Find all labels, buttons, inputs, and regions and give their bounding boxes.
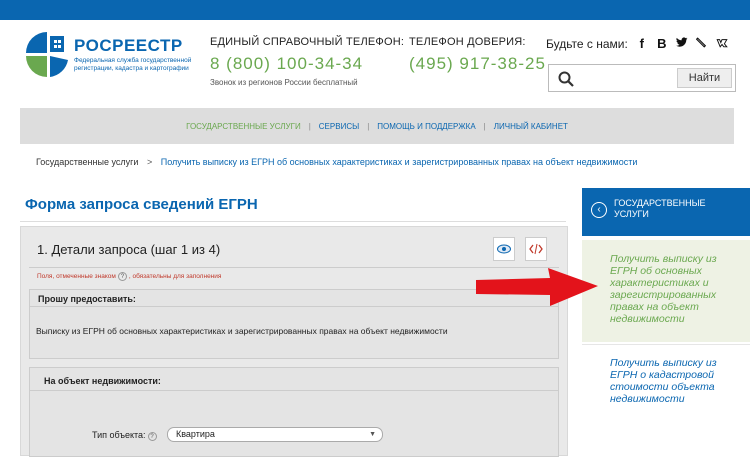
helpline-block: ЕДИНЫЙ СПРАВОЧНЫЙ ТЕЛЕФОН: 8 (800) 100-3… — [210, 36, 404, 87]
logo-emblem-icon — [26, 32, 68, 77]
required-fields-note: Поля, отмеченные знаком?, обязательны дл… — [37, 272, 221, 281]
request-form-panel: 1. Детали запроса (шаг 1 из 4) Поля, отм… — [20, 226, 568, 457]
logo-subtitle: Федеральная служба государственной регис… — [74, 57, 192, 72]
breadcrumb-current[interactable]: Получить выписку из ЕГРН об основных хар… — [161, 157, 638, 167]
chevron-down-icon: ▼ — [369, 431, 376, 438]
livejournal-icon[interactable] — [696, 36, 708, 51]
trust-line-number[interactable]: (495) 917-38-25 — [409, 54, 546, 74]
required-note-suffix: , обязательны для заполнения — [128, 273, 222, 280]
help-icon: ? — [117, 272, 127, 281]
view-icon[interactable] — [493, 237, 515, 261]
page-title: Форма запроса сведений ЕГРН — [25, 196, 258, 213]
main-nav: ГОСУДАРСТВЕННЫЕ УСЛУГИ | СЕРВИСЫ | ПОМОЩ… — [20, 108, 734, 144]
step-title: 1. Детали запроса (шаг 1 из 4) — [37, 242, 221, 257]
twitter-icon[interactable] — [675, 36, 688, 51]
sidebar-item-egrn-extract-rights[interactable]: Получить выписку из ЕГРН об основных хар… — [582, 240, 750, 342]
object-type-label: Тип объекта:? — [92, 430, 157, 441]
sidebar-header-label: ГОСУДАРСТВЕННЫЕ УСЛУГИ — [614, 198, 706, 219]
sidebar-header[interactable]: ‹ ГОСУДАРСТВЕННЫЕ УСЛУГИ — [582, 188, 750, 236]
top-blue-bar — [0, 0, 750, 20]
sidebar-item-egrn-extract-cadastral-value[interactable]: Получить выписку из ЕГРН о кадастровой с… — [582, 344, 750, 454]
search-button[interactable]: Найти — [677, 68, 732, 88]
blog-icon[interactable]: B — [656, 36, 668, 51]
nav-item-help[interactable]: ПОМОЩЬ И ПОДДЕРЖКА — [369, 122, 483, 131]
social-label: Будьте с нами: — [546, 36, 628, 51]
rosreestr-logo[interactable]: РОСРЕЕСТР Федеральная служба государстве… — [24, 30, 191, 88]
title-divider — [20, 221, 566, 222]
object-type-select[interactable]: Квартира ▼ — [167, 427, 383, 442]
breadcrumb-root[interactable]: Государственные услуги — [36, 157, 138, 167]
vk-icon[interactable] — [716, 36, 728, 51]
object-label: На объект недвижимости: — [44, 376, 161, 386]
code-icon[interactable] — [525, 237, 547, 261]
nav-item-tools[interactable]: СЕРВИСЫ — [311, 122, 367, 131]
section-divider — [30, 390, 558, 391]
nav-item-services[interactable]: ГОСУДАРСТВЕННЫЕ УСЛУГИ — [178, 122, 309, 131]
back-circle-icon: ‹ — [591, 202, 607, 218]
helpline-label: ЕДИНЫЙ СПРАВОЧНЫЙ ТЕЛЕФОН: — [210, 36, 405, 48]
object-type-label-text: Тип объекта: — [92, 430, 146, 440]
trust-line-label: ТЕЛЕФОН ДОВЕРИЯ: — [409, 36, 526, 48]
request-label: Прошу предоставить: — [38, 294, 136, 304]
red-arrow-icon — [476, 268, 598, 306]
object-section: На объект недвижимости: Тип объекта:? Кв… — [29, 367, 559, 457]
facebook-icon[interactable]: f — [636, 36, 648, 51]
breadcrumb: Государственные услуги > Получить выписк… — [36, 157, 637, 167]
nav-item-account[interactable]: ЛИЧНЫЙ КАБИНЕТ — [486, 122, 576, 131]
request-value: Выписку из ЕГРН об основных характеристи… — [36, 326, 448, 336]
search-icon — [558, 71, 574, 87]
help-icon[interactable]: ? — [147, 432, 157, 441]
helpline-number[interactable]: 8 (800) 100-34-34 — [210, 54, 404, 74]
helpline-note: Звонок из регионов России бесплатный — [210, 78, 358, 87]
social-links: Будьте с нами: f B — [546, 36, 728, 51]
logo-title: РОСРЕЕСТР — [74, 36, 183, 55]
object-type-value: Квартира — [176, 429, 215, 439]
search-box: Найти — [548, 64, 736, 92]
trust-line-block: ТЕЛЕФОН ДОВЕРИЯ: (495) 917-38-25 — [409, 36, 546, 74]
required-note-prefix: Поля, отмеченные знаком — [37, 273, 116, 280]
breadcrumb-arrow: > — [146, 157, 153, 167]
